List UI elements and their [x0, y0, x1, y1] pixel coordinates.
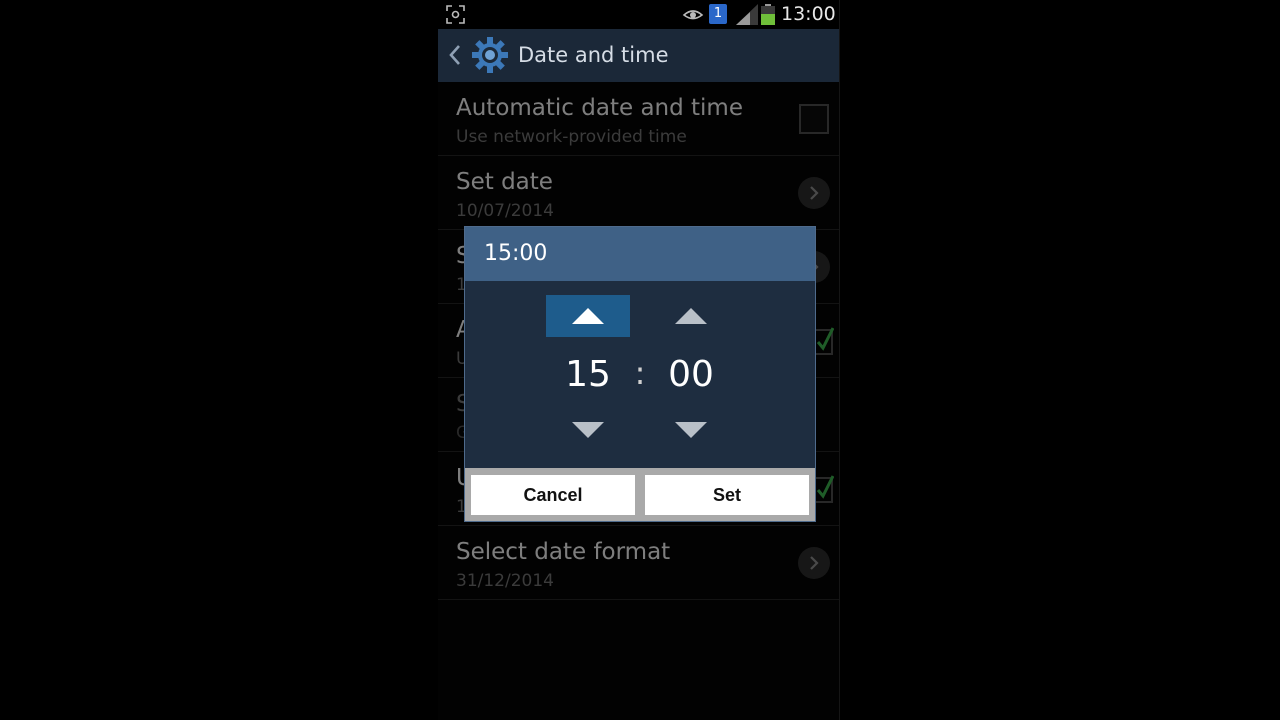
battery-icon: [761, 4, 775, 25]
action-bar: Date and time: [438, 29, 839, 82]
minute-decrement-button[interactable]: [649, 409, 733, 451]
set-button[interactable]: Set: [645, 475, 809, 515]
dialog-title: 15:00: [484, 241, 548, 266]
signal-icon: [736, 4, 758, 25]
page-title: Date and time: [518, 43, 669, 67]
minute-increment-button[interactable]: [649, 295, 733, 337]
status-bar: 1 13:00: [438, 0, 839, 29]
back-icon[interactable]: [448, 43, 462, 67]
hour-increment-button[interactable]: [546, 295, 630, 337]
dialog-header: 15:00: [465, 227, 815, 281]
status-time: 13:00: [781, 3, 836, 25]
minute-value[interactable]: 00: [649, 355, 733, 395]
dialog-button-bar: Cancel Set: [465, 468, 815, 521]
eye-icon: [682, 10, 704, 20]
screenshot-icon: [446, 5, 465, 24]
time-separator: :: [634, 354, 646, 392]
hour-decrement-button[interactable]: [546, 409, 630, 451]
notification-badge: 1: [709, 4, 727, 24]
hour-value[interactable]: 15: [546, 355, 630, 395]
gear-icon: [472, 37, 508, 73]
time-picker-dialog: 15:00 15 : 00 Cancel Set: [464, 226, 816, 522]
cancel-button[interactable]: Cancel: [471, 475, 635, 515]
